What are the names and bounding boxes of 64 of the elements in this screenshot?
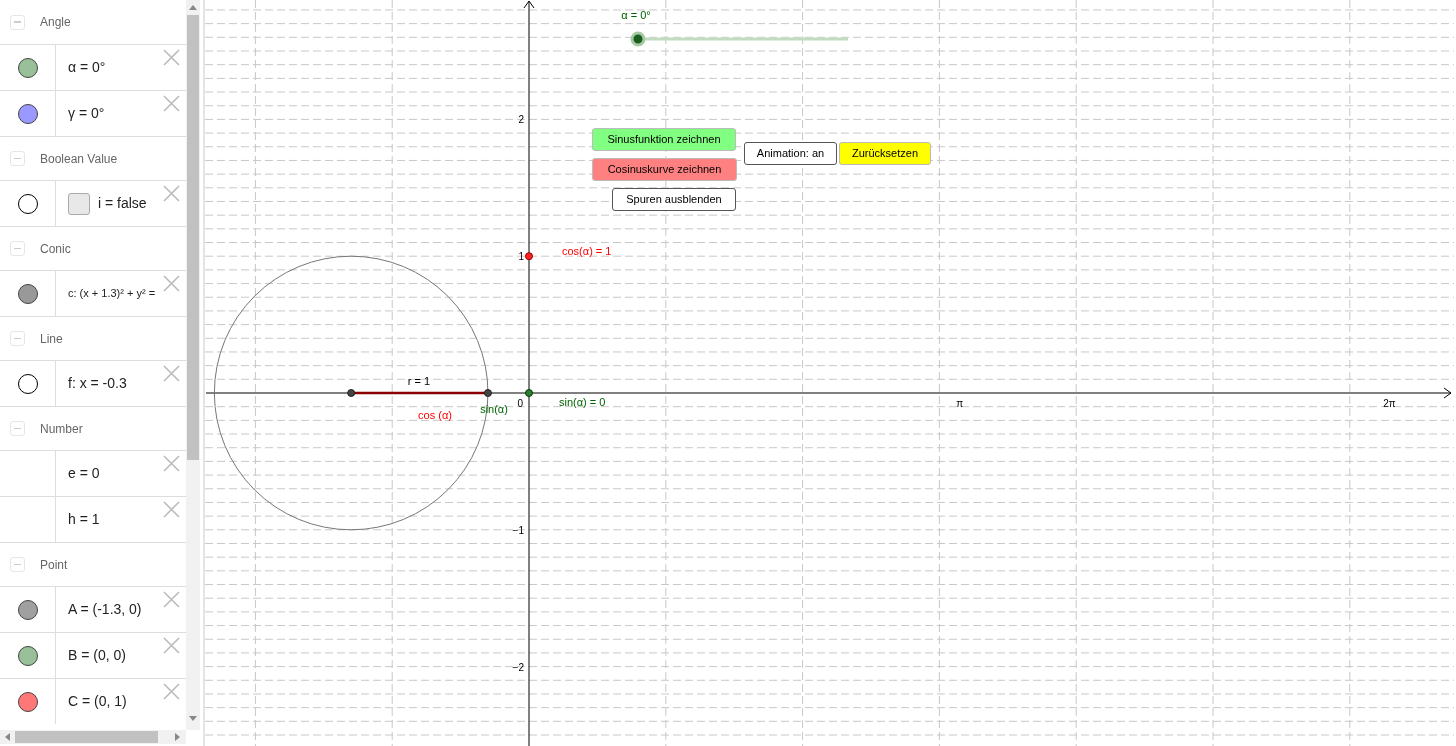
scroll-up-icon[interactable] [189,4,197,10]
horizontal-scrollbar[interactable] [0,730,186,744]
algebra-entry[interactable]: A = (-1.3, 0) [68,599,142,620]
action-button[interactable]: Spuren ausblenden [612,188,736,211]
group-header: Number [40,420,83,438]
graph-label: cos (α) [418,409,452,421]
action-button[interactable]: Sinusfunktion zeichnen [592,128,736,151]
scroll-down-icon[interactable] [189,716,197,722]
slider-thumb[interactable] [630,31,646,47]
close-icon[interactable] [163,455,180,472]
close-icon[interactable] [163,185,180,202]
group-header: Conic [40,240,71,258]
axis-tick-label: 0 [517,398,523,409]
close-icon[interactable] [163,49,180,66]
algebra-entry[interactable]: h = 1 [68,509,100,530]
axis-tick-label: −2 [512,661,524,673]
angle-slider[interactable] [630,31,848,47]
vertical-scrollbar[interactable] [186,0,200,730]
center-point[interactable] [347,389,356,397]
close-icon[interactable] [163,591,180,608]
action-button[interactable]: Zurücksetzen [839,142,931,165]
axis-tick-label: 1 [518,251,524,263]
algebra-entry[interactable]: f: x = -0.3 [68,373,127,394]
collapse-icon[interactable] [10,421,25,436]
algebra-entry[interactable]: e = 0 [68,463,100,484]
graph-label: cos(α) = 1 [562,245,612,257]
graph-label: sin(α) [480,403,508,415]
action-button[interactable]: Cosinuskurve zeichnen [592,158,737,181]
axis-tick-label: −1 [512,524,524,536]
checkbox[interactable] [68,192,90,215]
slider-label: α = 0° [621,9,651,21]
algebra-entry[interactable]: α = 0° [68,57,106,78]
close-icon[interactable] [163,501,180,518]
algebra-entry[interactable]: C = (0, 1) [68,691,127,712]
collapse-icon[interactable] [10,151,25,166]
close-icon[interactable] [163,95,180,112]
algebra-entry[interactable]: γ = 0° [68,103,105,124]
cosine-point[interactable] [525,252,533,261]
group-header: Angle [40,14,71,31]
circle-point[interactable] [483,389,492,397]
close-icon[interactable] [163,275,180,292]
collapse-icon[interactable] [10,241,25,256]
close-icon[interactable] [163,365,180,382]
scroll-left-icon[interactable] [4,733,10,741]
close-icon[interactable] [163,637,180,654]
group-header: Line [40,330,63,348]
graphics-view[interactable]: 2 1 0 π 2π −1 −2 cos(α) = 1 r = 1 sin(α) = 0 sin(α) cos (α) α = 0° Sinusfunktion zeichnen Cosinuskurve zeichnen Animation: an Zurücksetzen Spuren ausblenden [205,0,1456,746]
axis-tick-label: 2π [1383,398,1396,409]
graph-label: r = 1 [407,375,431,387]
axis-tick-label: 2 [518,114,524,126]
scroll-right-icon[interactable] [175,733,181,741]
algebra-entry[interactable]: c: (x + 1.3)² + y² = [68,285,156,302]
axis-tick-label: π [956,398,964,409]
group-header: Point [40,556,68,574]
collapse-icon[interactable] [10,14,25,30]
algebra-entry[interactable]: i = false [98,193,147,214]
graph-label: sin(α) = 0 [559,396,606,408]
close-icon[interactable] [163,683,180,700]
collapse-icon[interactable] [10,331,25,346]
group-header: Boolean Value [40,150,118,168]
algebra-entry[interactable]: B = (0, 0) [68,645,126,666]
action-button[interactable]: Animation: an [744,142,837,165]
origin-point[interactable] [525,389,533,397]
collapse-icon[interactable] [10,557,25,572]
